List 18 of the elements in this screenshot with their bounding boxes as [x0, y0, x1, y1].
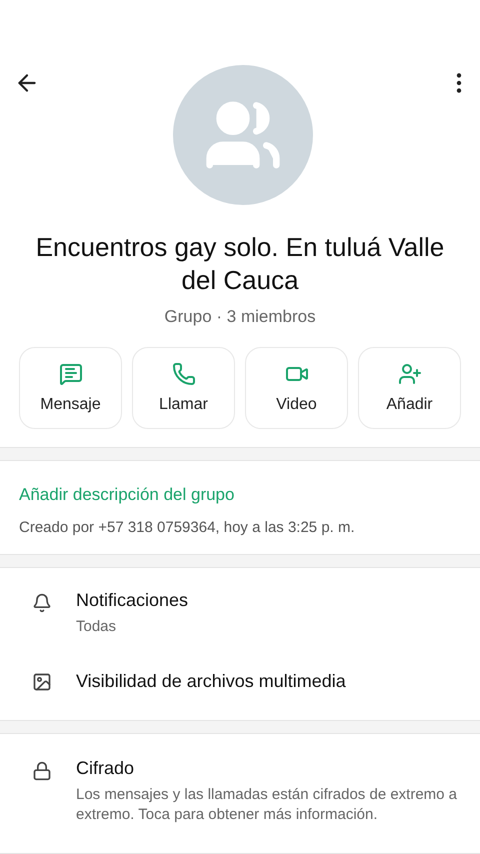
created-by-text: Creado por +57 318 0759364, hoy a las 3:25 p. m.	[19, 519, 356, 536]
video-button[interactable]: Video	[245, 347, 348, 429]
setting-title[interactable]: Notificaciones	[76, 590, 188, 611]
message-button[interactable]: Mensaje	[19, 347, 122, 429]
encryption-description: Los mensajes y las llamadas están cifrados de extremo a extremo. Toca para obtener más información.	[76, 785, 458, 825]
setting-title[interactable]: Visibilidad de archivos multimedia	[76, 671, 346, 692]
group-name: Encuentros gay solo. En tuluá Valle del Cauca	[34, 231, 446, 297]
group-info: Grupo · 3 miembros	[164, 307, 316, 327]
bell-icon	[32, 593, 52, 613]
encryption-title[interactable]: Cifrado	[76, 758, 461, 779]
call-button[interactable]: Llamar	[132, 347, 235, 429]
add-button[interactable]: Añadir	[358, 347, 461, 429]
lock-icon	[32, 761, 52, 781]
add-person-icon	[398, 362, 422, 386]
message-icon	[58, 362, 82, 386]
image-icon	[32, 672, 52, 692]
setting-value: Todas	[76, 617, 118, 637]
phone-icon	[172, 362, 196, 386]
